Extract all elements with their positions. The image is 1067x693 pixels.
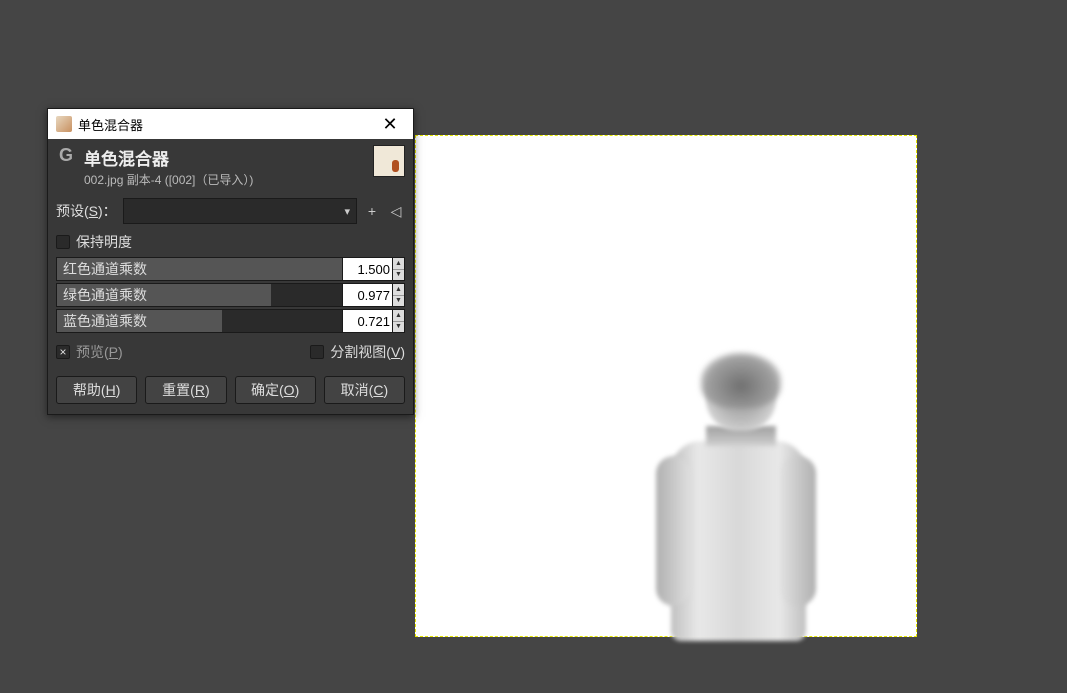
preset-label: 预设(S)：: [56, 201, 117, 221]
spinner-up-icon[interactable]: ▲: [393, 310, 404, 322]
red-multiplier-slider[interactable]: 红色通道乘数: [56, 257, 343, 281]
dialog-header: G 单色混合器 002.jpg 副本-4 ([002]（已导入）): [48, 139, 413, 194]
blue-multiplier-value[interactable]: 0.721: [343, 309, 393, 333]
ok-button[interactable]: 确定(O): [235, 376, 316, 404]
blue-multiplier-slider[interactable]: 蓝色通道乘数: [56, 309, 343, 333]
keep-luminosity-row[interactable]: 保持明度: [48, 228, 413, 256]
red-multiplier-row: 红色通道乘数 1.500 ▲▼: [48, 256, 413, 282]
blue-multiplier-spinner[interactable]: ▲▼: [393, 309, 405, 333]
add-preset-button[interactable]: +: [363, 202, 381, 220]
green-multiplier-label: 绿色通道乘数: [57, 285, 153, 305]
window-title: 单色混合器: [78, 115, 375, 134]
button-row: 帮助(H) 重置(R) 确定(O) 取消(C): [48, 370, 413, 414]
green-multiplier-spinner[interactable]: ▲▼: [393, 283, 405, 307]
preset-dropdown[interactable]: ▾: [123, 198, 357, 224]
split-view-label: 分割视图(V): [330, 342, 405, 362]
blue-multiplier-label: 蓝色通道乘数: [57, 311, 153, 331]
blue-multiplier-row: 蓝色通道乘数 0.721 ▲▼: [48, 308, 413, 334]
options-row: 预览(P) 分割视图(V): [48, 334, 413, 370]
image-thumbnail: [373, 145, 405, 177]
spinner-down-icon[interactable]: ▼: [393, 322, 404, 333]
preview-toggle[interactable]: 预览(P): [56, 342, 123, 362]
spinner-down-icon[interactable]: ▼: [393, 296, 404, 307]
keep-luminosity-label: 保持明度: [76, 232, 132, 252]
spinner-down-icon[interactable]: ▼: [393, 270, 404, 281]
preset-menu-button[interactable]: ◁: [387, 202, 405, 220]
split-view-toggle[interactable]: 分割视图(V): [310, 342, 405, 362]
chevron-down-icon: ▾: [344, 205, 350, 218]
canvas-image-content: [646, 361, 826, 641]
spinner-up-icon[interactable]: ▲: [393, 258, 404, 270]
preset-row: 预设(S)： ▾ + ◁: [48, 194, 413, 228]
titlebar[interactable]: 单色混合器 ✕: [48, 109, 413, 139]
dialog-subtitle: 002.jpg 副本-4 ([002]（已导入）): [84, 171, 365, 188]
red-multiplier-spinner[interactable]: ▲▼: [393, 257, 405, 281]
red-multiplier-label: 红色通道乘数: [57, 259, 153, 279]
app-icon: [56, 116, 72, 132]
cancel-button[interactable]: 取消(C): [324, 376, 405, 404]
green-multiplier-slider[interactable]: 绿色通道乘数: [56, 283, 343, 307]
close-icon[interactable]: ✕: [375, 110, 405, 138]
preview-checkbox[interactable]: [56, 345, 70, 359]
dialog-title: 单色混合器: [84, 145, 365, 170]
keep-luminosity-checkbox[interactable]: [56, 235, 70, 249]
spinner-up-icon[interactable]: ▲: [393, 284, 404, 296]
mono-mixer-dialog: 单色混合器 ✕ G 单色混合器 002.jpg 副本-4 ([002]（已导入）…: [47, 108, 414, 415]
reset-button[interactable]: 重置(R): [145, 376, 226, 404]
green-multiplier-value[interactable]: 0.977: [343, 283, 393, 307]
gimp-icon: G: [56, 145, 76, 165]
split-view-checkbox[interactable]: [310, 345, 324, 359]
canvas-area[interactable]: [415, 135, 917, 637]
red-multiplier-value[interactable]: 1.500: [343, 257, 393, 281]
green-multiplier-row: 绿色通道乘数 0.977 ▲▼: [48, 282, 413, 308]
help-button[interactable]: 帮助(H): [56, 376, 137, 404]
preview-label: 预览(P): [76, 342, 123, 362]
